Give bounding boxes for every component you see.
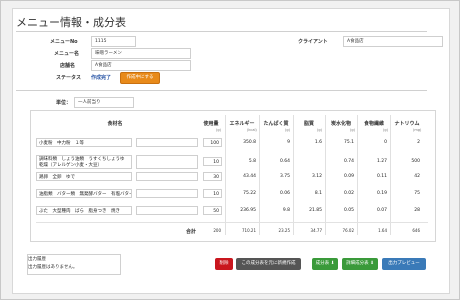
row-5-protein: 9.8: [282, 208, 290, 213]
col-food-header: 食材名: [107, 121, 123, 127]
col-sodium-unit: (mg): [413, 128, 422, 132]
row-5-amount[interactable]: 50: [203, 206, 222, 215]
col-fiber-header: 食物繊維: [363, 121, 384, 127]
row-4-food-note[interactable]: [136, 189, 198, 198]
col-energy-unit: (kcal): [247, 128, 257, 132]
set-in-progress-button[interactable]: 作成中にする: [120, 72, 160, 84]
row-3-food-note[interactable]: [136, 172, 198, 181]
total-fat: 34.77: [310, 228, 322, 233]
row-2-food-note[interactable]: [136, 155, 198, 169]
col-fiber-unit: (g): [383, 128, 388, 132]
row-3-carb: 0.09: [343, 174, 354, 179]
col-protein-unit: (g): [285, 128, 290, 132]
client-label: クライアント: [298, 39, 328, 45]
row-1-carb: 75.1: [343, 140, 354, 145]
row-3-energy: 43.44: [243, 174, 256, 179]
row-2-fat: [295, 157, 322, 166]
output-preview-button[interactable]: 出力プレビュー: [382, 258, 426, 270]
output-history-empty: 出力履歴はありません。: [28, 265, 78, 270]
total-label: 合計: [186, 229, 197, 235]
row-5-fiber: 0.07: [376, 208, 387, 213]
delete-button[interactable]: 削除: [215, 258, 233, 270]
col-amount-header: 使用量: [203, 121, 219, 127]
row-1-sodium: 2: [417, 140, 420, 145]
total-energy: 710.21: [242, 228, 256, 233]
row-2-fiber: 1.27: [376, 159, 387, 164]
save-detail-table-button[interactable]: 詳細成分表 ⬇: [342, 258, 378, 270]
row-3-fiber: 0.11: [376, 174, 387, 179]
column-divider: [225, 115, 226, 235]
row-4-sodium: 75: [414, 191, 420, 196]
row-5-food-note[interactable]: [136, 206, 198, 215]
row-5-carb: 0.05: [343, 208, 354, 213]
col-amount-unit: (g): [216, 128, 221, 132]
row-1-fiber: 0: [384, 140, 387, 145]
col-sodium-header: ナトリウム: [394, 121, 420, 127]
total-protein: 23.25: [278, 228, 290, 233]
row-2-food[interactable]: 調味料類 しょう油類 うすくちしょうゆ 乾燥（アレルゲン小麦・大豆）: [36, 155, 132, 169]
row-2-carb: 0.74: [343, 159, 354, 164]
menu-no-field[interactable]: 1115: [91, 36, 136, 47]
unit-select[interactable]: 一人前当り: [74, 97, 134, 108]
row-1-fat: 1.6: [314, 140, 322, 145]
row-3-amount[interactable]: 30: [203, 172, 222, 181]
row-3-sodium: 42: [414, 174, 420, 179]
total-sodium: 646: [412, 228, 420, 233]
row-4-amount[interactable]: 10: [203, 189, 222, 198]
store-field[interactable]: A食品店: [91, 60, 191, 71]
col-carb-unit: (g): [350, 128, 355, 132]
status-text: 作成完了: [91, 75, 112, 81]
row-4-fat: 8.1: [314, 191, 322, 196]
row-4-carb: 0.02: [343, 191, 354, 196]
title-divider: [16, 31, 427, 32]
column-divider: [325, 115, 326, 235]
menu-name-field[interactable]: 味噌ラーメン: [91, 48, 191, 59]
row-2-energy: 5.8: [248, 159, 256, 164]
col-fat-unit: (g): [317, 128, 322, 132]
row-3-protein: 3.75: [279, 174, 290, 179]
unit-label: 単位：: [56, 100, 72, 106]
column-divider: [390, 115, 391, 235]
row-3-fat: 3.12: [311, 174, 322, 179]
output-history-title: 出力履歴: [28, 257, 46, 262]
col-protein-header: たんぱく質: [263, 121, 289, 127]
total-carb: 76.02: [342, 228, 354, 233]
row-1-food-note[interactable]: [136, 138, 198, 147]
total-fiber: 1.64: [378, 228, 387, 233]
header-divider: [16, 90, 427, 91]
column-divider: [259, 115, 260, 235]
total-amount: 200: [213, 228, 221, 233]
row-2-sodium: 500: [411, 159, 420, 164]
row-2-protein: 0.64: [279, 159, 290, 164]
row-4-energy: 75.22: [243, 191, 256, 196]
col-energy-header: エネルギー: [229, 121, 255, 127]
col-fat-header: 脂質: [303, 121, 314, 127]
total-divider: [36, 222, 428, 223]
row-5-fat: 21.85: [309, 208, 322, 213]
row-5-energy: 236.95: [240, 208, 256, 213]
row-1-food[interactable]: 小麦粉 中力粉 １等: [36, 138, 132, 147]
menu-name-label: メニュー名: [54, 51, 80, 57]
page-title: メニュー情報・成分表: [16, 16, 126, 29]
row-4-food[interactable]: 油脂類 バター類 無発酵バター 有塩バター: [36, 189, 132, 198]
col-carb-header: 炭水化物: [330, 121, 351, 127]
column-divider: [293, 115, 294, 235]
row-2-amount[interactable]: 10: [203, 157, 222, 166]
row-5-food[interactable]: ぶた 大型種肉 ばら 脂身つき 焼き: [36, 206, 132, 215]
row-3-food[interactable]: 鶏卵 全卵 ゆで: [36, 172, 132, 181]
menu-no-label: メニューNo: [50, 39, 78, 45]
client-field[interactable]: A食品店: [343, 36, 443, 47]
column-divider: [357, 115, 358, 235]
copy-create-button[interactable]: この成分表を元に新規作成: [236, 258, 301, 270]
store-label: 店舗名: [60, 63, 76, 69]
row-5-sodium: 28: [414, 208, 420, 213]
row-1-energy: 350.8: [243, 140, 256, 145]
row-4-fiber: 0.19: [376, 191, 387, 196]
status-label: ステータス: [56, 75, 82, 81]
row-4-protein: 0.06: [279, 191, 290, 196]
save-table-button[interactable]: 成分表 ⬇: [312, 258, 338, 270]
row-1-amount[interactable]: 100: [203, 138, 222, 147]
row-1-protein: 9: [287, 140, 290, 145]
